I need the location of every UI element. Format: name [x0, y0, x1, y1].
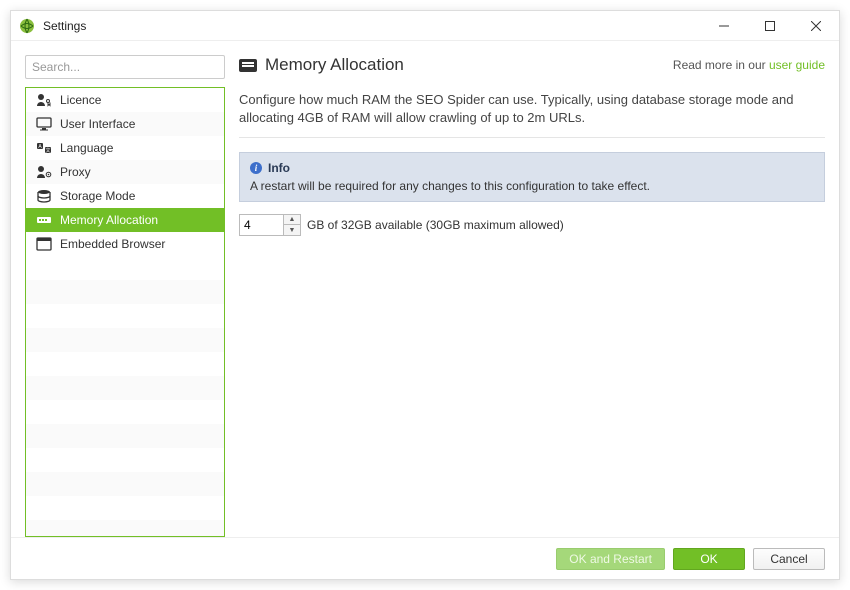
nav-item-user-interface[interactable]: User Interface — [26, 112, 224, 136]
memory-spinner: ▲ ▼ — [239, 214, 301, 236]
storage-icon — [36, 188, 52, 204]
person-gear-icon — [36, 164, 52, 180]
nav-label: Storage Mode — [60, 189, 135, 203]
svg-text:文: 文 — [45, 147, 50, 154]
nav-empty-area — [26, 256, 224, 536]
person-key-icon — [36, 92, 52, 108]
spinner-up-button[interactable]: ▲ — [284, 215, 300, 225]
memory-suffix-label: GB of 32GB available (30GB maximum allow… — [307, 218, 564, 232]
dialog-footer: OK and Restart OK Cancel — [11, 537, 839, 579]
nav-label: Memory Allocation — [60, 213, 158, 227]
nav-label: User Interface — [60, 117, 135, 131]
monitor-icon — [36, 116, 52, 132]
info-box: i Info A restart will be required for an… — [239, 152, 825, 202]
settings-nav: Licence User Interface A文 Language — [25, 87, 225, 537]
memory-icon — [239, 59, 257, 72]
info-icon: i — [250, 162, 262, 174]
nav-item-proxy[interactable]: Proxy — [26, 160, 224, 184]
memory-icon — [36, 212, 52, 228]
app-icon — [19, 18, 35, 34]
minimize-button[interactable] — [701, 11, 747, 41]
ok-and-restart-button[interactable]: OK and Restart — [556, 548, 665, 570]
nav-item-memory-allocation[interactable]: Memory Allocation — [26, 208, 224, 232]
user-guide-link[interactable]: user guide — [769, 58, 825, 72]
nav-item-embedded-browser[interactable]: Embedded Browser — [26, 232, 224, 256]
help-text: Read more in our user guide — [673, 58, 825, 72]
settings-window: Settings Licence — [10, 10, 840, 580]
memory-input-row: ▲ ▼ GB of 32GB available (30GB maximum a… — [239, 214, 825, 236]
browser-icon — [36, 236, 52, 252]
memory-allocation-panel: Memory Allocation Read more in our user … — [239, 55, 825, 537]
close-button[interactable] — [793, 11, 839, 41]
nav-item-licence[interactable]: Licence — [26, 88, 224, 112]
nav-label: Licence — [60, 93, 101, 107]
spinner-down-button[interactable]: ▼ — [284, 225, 300, 235]
nav-label: Embedded Browser — [60, 237, 165, 251]
sidebar: Licence User Interface A文 Language — [25, 55, 225, 537]
language-icon: A文 — [36, 140, 52, 156]
search-input[interactable] — [25, 55, 225, 79]
memory-value-input[interactable] — [239, 214, 283, 236]
page-title: Memory Allocation — [265, 55, 404, 75]
nav-label: Proxy — [60, 165, 91, 179]
page-description: Configure how much RAM the SEO Spider ca… — [239, 91, 825, 138]
cancel-button[interactable]: Cancel — [753, 548, 825, 570]
ok-button[interactable]: OK — [673, 548, 745, 570]
nav-label: Language — [60, 141, 113, 155]
window-title: Settings — [43, 19, 86, 33]
titlebar: Settings — [11, 11, 839, 41]
info-body: A restart will be required for any chang… — [250, 179, 814, 193]
info-heading: Info — [268, 161, 290, 175]
maximize-button[interactable] — [747, 11, 793, 41]
nav-item-language[interactable]: A文 Language — [26, 136, 224, 160]
nav-item-storage-mode[interactable]: Storage Mode — [26, 184, 224, 208]
